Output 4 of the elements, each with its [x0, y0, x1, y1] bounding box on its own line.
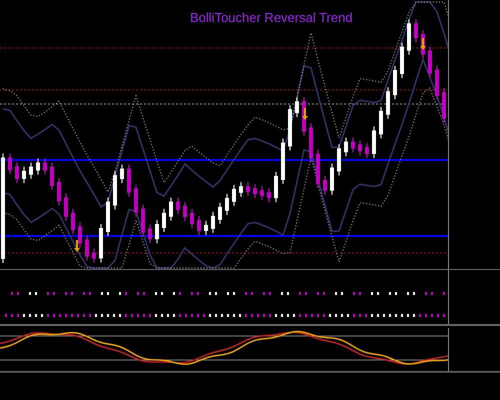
- arrow-down-icon: [302, 108, 308, 120]
- arrow-down-icon: [74, 240, 80, 252]
- chart-title: BolliToucher Reversal Trend: [190, 9, 353, 27]
- arrow-down-icon: [420, 38, 426, 50]
